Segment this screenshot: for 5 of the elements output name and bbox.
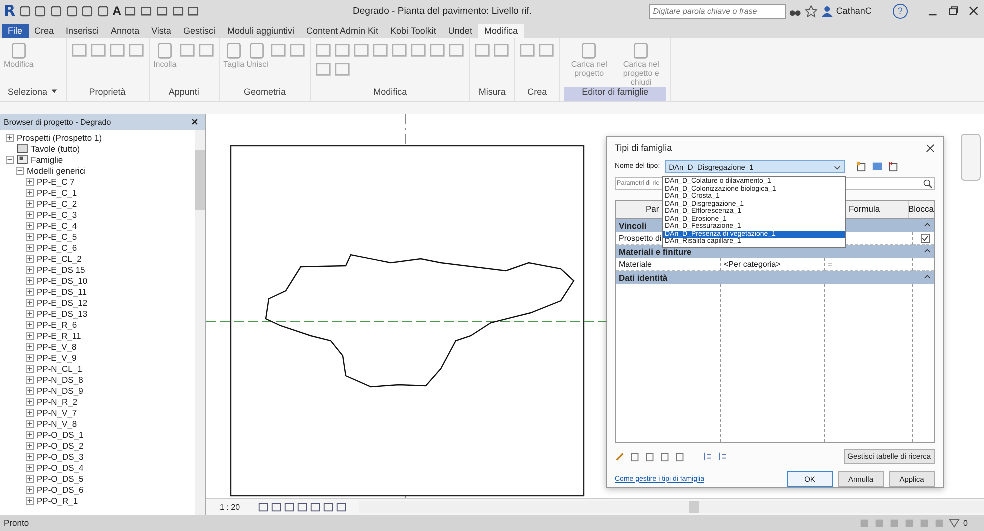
dialog-title: Tipi di famiglia [615,143,672,154]
filter-count: 0 [964,518,968,528]
browser-title: Browser di progetto - Degrado [4,118,112,126]
window-title: Degrado - Pianta del pavimento: Livello rif. [352,6,533,16]
status-text: Pronto [4,518,30,528]
